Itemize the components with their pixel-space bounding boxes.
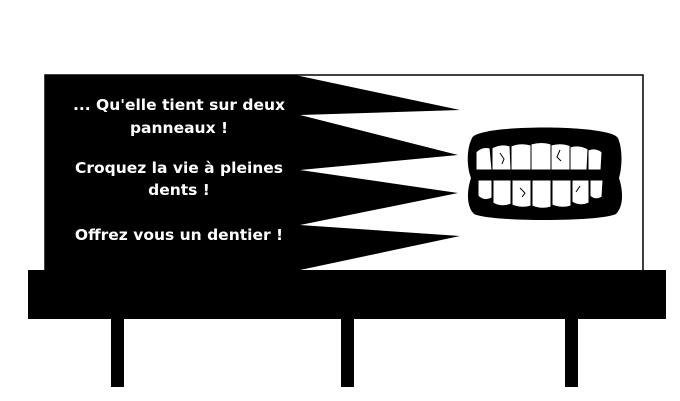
billboard-line-2: panneaux !	[130, 119, 228, 137]
billboard-line-3: Croquez la vie à pleines	[75, 159, 283, 177]
billboard-leg-left	[111, 319, 124, 387]
billboard-scene: ... Qu'elle tient sur deux panneaux ! Cr…	[0, 0, 680, 401]
billboard-line-1: ... Qu'elle tient sur deux	[73, 96, 285, 114]
billboard-leg-right	[565, 319, 578, 387]
billboard-base	[28, 270, 666, 319]
billboard-drawing: ... Qu'elle tient sur deux panneaux ! Cr…	[28, 74, 666, 387]
dentures-icon	[467, 127, 623, 220]
billboard-line-5: Offrez vous un dentier !	[75, 226, 283, 244]
billboard-leg-middle	[341, 319, 354, 387]
billboard-line-4: dents !	[148, 181, 210, 199]
